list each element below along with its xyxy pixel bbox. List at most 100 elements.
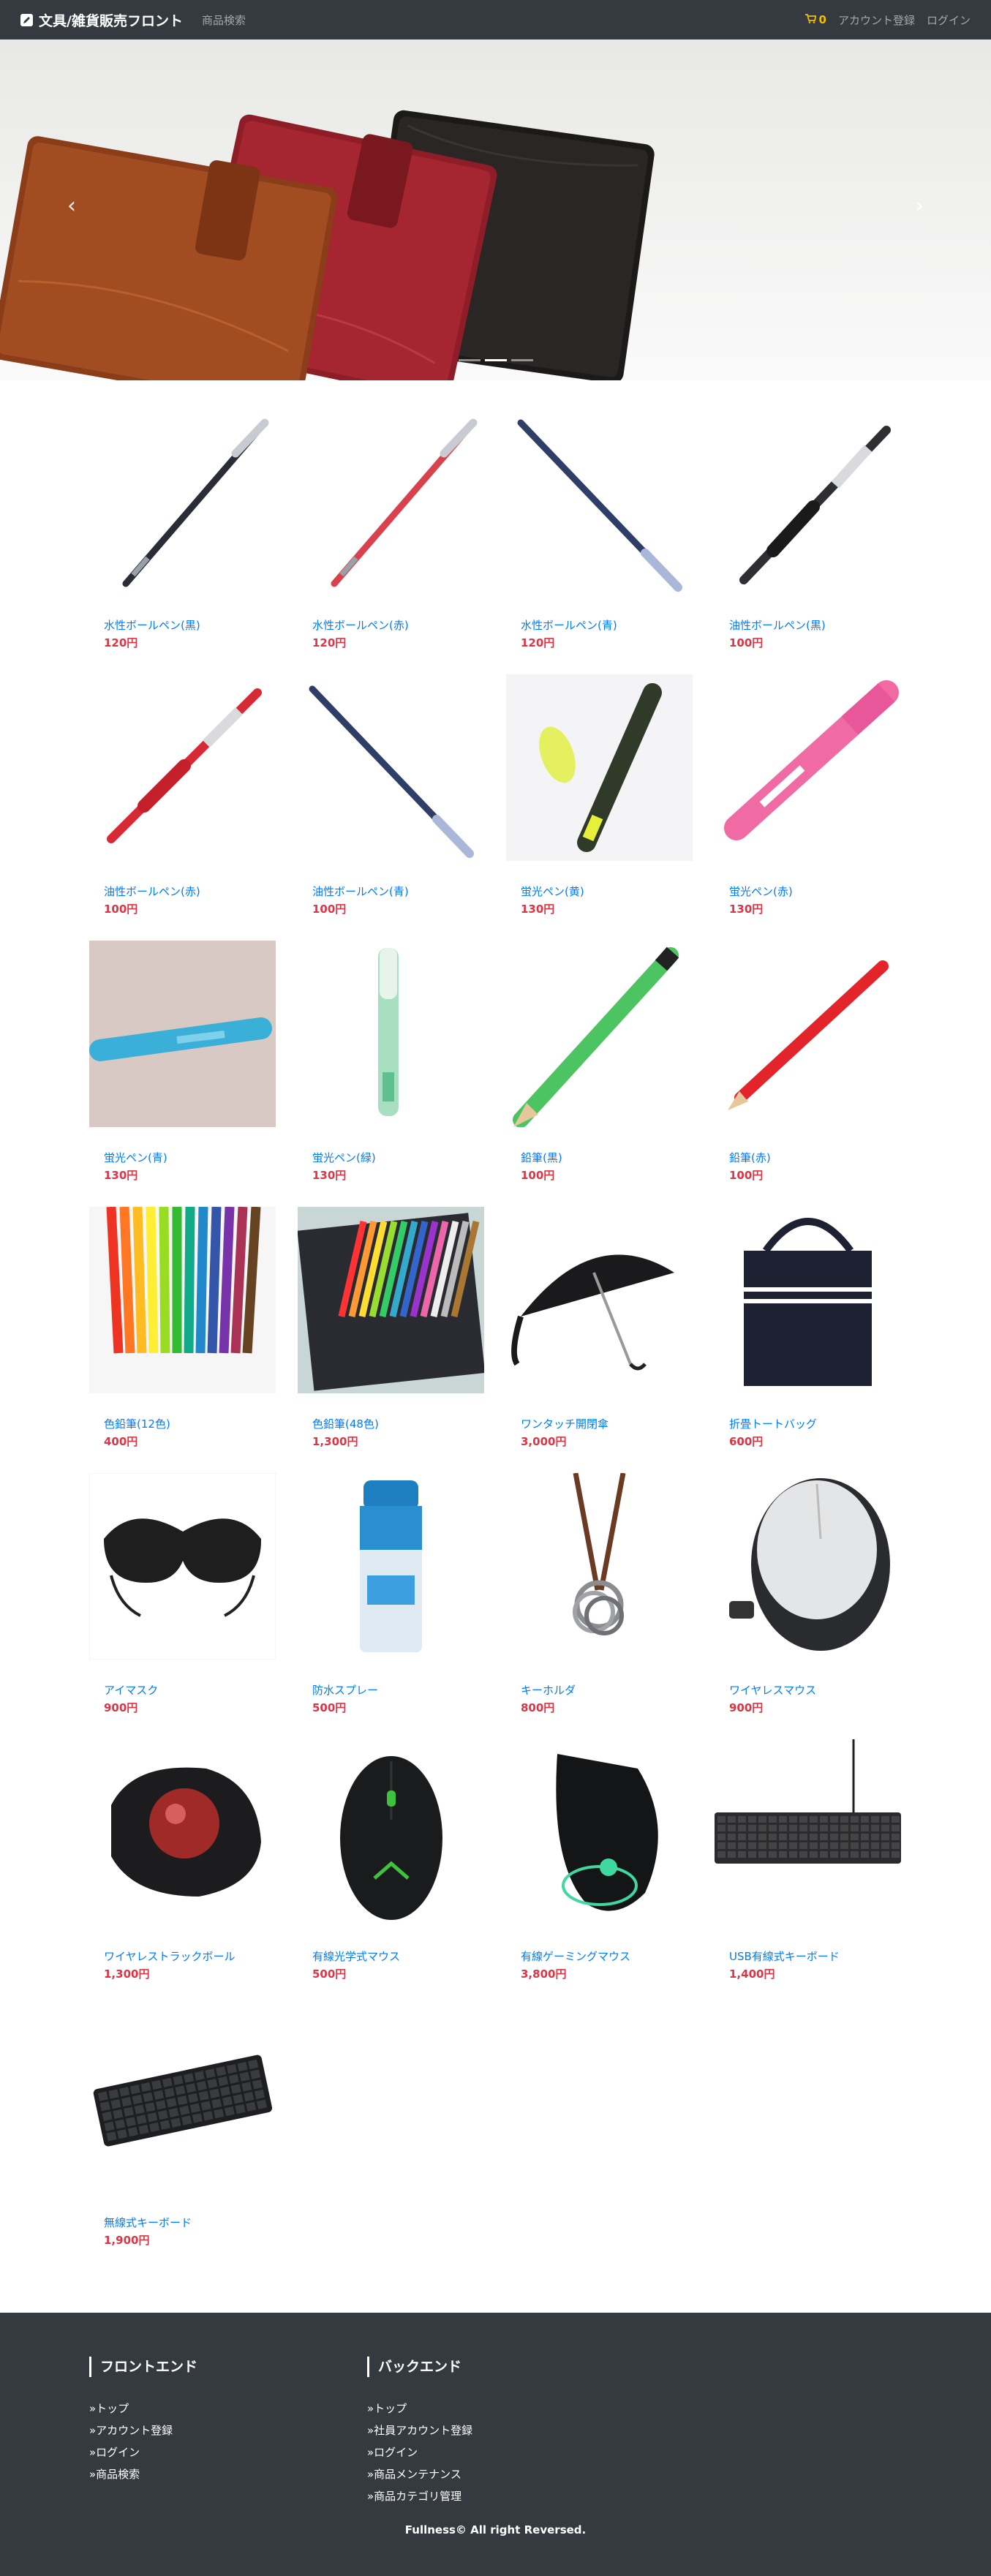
product-name-link[interactable]: 蛍光ペン(青) bbox=[104, 1150, 167, 1165]
footer-backend-link[interactable]: »商品メンテナンス bbox=[367, 2463, 472, 2485]
product-card[interactable]: 蛍光ペン(赤) 130円 bbox=[715, 674, 923, 941]
product-card[interactable]: 蛍光ペン(黄) 130円 bbox=[506, 674, 715, 941]
blue-pen-image[interactable] bbox=[506, 408, 693, 595]
product-card[interactable]: 油性ボールペン(黒) 100円 bbox=[715, 408, 923, 674]
product-card[interactable]: 色鉛筆(12色) 400円 bbox=[89, 1207, 298, 1473]
product-name-link[interactable]: 蛍光ペン(緑) bbox=[312, 1150, 376, 1165]
product-card[interactable]: 色鉛筆(48色) 1,300円 bbox=[298, 1207, 506, 1473]
footer-frontend-link[interactable]: »トップ bbox=[89, 2398, 197, 2419]
wired-mouse-image[interactable] bbox=[298, 1739, 484, 1926]
product-price: 500円 bbox=[312, 1701, 347, 1714]
product-name-link[interactable]: 水性ボールペン(赤) bbox=[312, 617, 409, 633]
product-card[interactable]: アイマスク 900円 bbox=[89, 1473, 298, 1739]
trackball-image[interactable] bbox=[89, 1739, 276, 1926]
product-card[interactable]: 有線光学式マウス 500円 bbox=[298, 1739, 506, 2006]
carousel-next-icon[interactable]: › bbox=[915, 193, 924, 219]
green-highlighter-image[interactable] bbox=[298, 941, 484, 1127]
product-name-link[interactable]: 無線式キーボード bbox=[104, 2215, 192, 2230]
product-name-link[interactable]: 鉛筆(黒) bbox=[521, 1150, 562, 1165]
black-click-pen-image[interactable] bbox=[715, 408, 901, 595]
product-card[interactable]: ワイヤレストラックボール 1,300円 bbox=[89, 1739, 298, 2006]
product-name-link[interactable]: ワイヤレストラックボール bbox=[104, 1948, 235, 1964]
blue-pen-image[interactable] bbox=[298, 674, 484, 861]
product-card[interactable]: 防水スプレー 500円 bbox=[298, 1473, 506, 1739]
product-name-link[interactable]: 水性ボールペン(黒) bbox=[104, 617, 200, 633]
hero-carousel: ‹ › bbox=[0, 39, 991, 380]
product-name-link[interactable]: 油性ボールペン(赤) bbox=[104, 884, 200, 899]
carousel-indicator[interactable] bbox=[510, 359, 533, 361]
footer-backend-link[interactable]: »社員アカウント登録 bbox=[367, 2419, 472, 2441]
footer-frontend-link[interactable]: »アカウント登録 bbox=[89, 2419, 197, 2441]
nav-search-link[interactable]: 商品検索 bbox=[202, 12, 246, 28]
product-card[interactable]: ワイヤレスマウス 900円 bbox=[715, 1473, 923, 1739]
pink-highlighter-image[interactable] bbox=[715, 674, 901, 861]
product-card[interactable]: 油性ボールペン(青) 100円 bbox=[298, 674, 506, 941]
product-price: 900円 bbox=[729, 1701, 764, 1714]
red-pen-image[interactable] bbox=[298, 408, 484, 595]
gaming-mouse-image[interactable] bbox=[506, 1739, 693, 1926]
product-name-link[interactable]: アイマスク bbox=[104, 1682, 158, 1698]
edit-icon bbox=[20, 13, 33, 26]
product-name-link[interactable]: 色鉛筆(48色) bbox=[312, 1416, 379, 1431]
product-name-link[interactable]: ワイヤレスマウス bbox=[729, 1682, 816, 1698]
product-card[interactable]: キーホルダ 800円 bbox=[506, 1473, 715, 1739]
eye-mask-image[interactable] bbox=[89, 1473, 276, 1660]
product-card[interactable]: 蛍光ペン(青) 130円 bbox=[89, 941, 298, 1207]
footer-backend-link[interactable]: »トップ bbox=[367, 2398, 472, 2419]
product-card[interactable]: ワンタッチ開閉傘 3,000円 bbox=[506, 1207, 715, 1473]
red-pencil-image[interactable] bbox=[715, 941, 901, 1127]
nav-register-link[interactable]: アカウント登録 bbox=[838, 12, 915, 28]
product-name-link[interactable]: キーホルダ bbox=[521, 1682, 576, 1698]
product-name-link[interactable]: USB有線式キーボード bbox=[729, 1948, 840, 1964]
product-price: 130円 bbox=[521, 903, 555, 916]
key-holder-image[interactable] bbox=[506, 1473, 693, 1660]
product-card[interactable]: 折畳トートバッグ 600円 bbox=[715, 1207, 923, 1473]
cart-link[interactable]: 0 bbox=[805, 13, 826, 26]
nav-login-link[interactable]: ログイン bbox=[927, 12, 971, 28]
product-name-link[interactable]: 有線光学式マウス bbox=[312, 1948, 400, 1964]
product-name-link[interactable]: 蛍光ペン(赤) bbox=[729, 884, 793, 899]
yellow-highlighter-image[interactable] bbox=[506, 674, 693, 861]
blue-highlighter-image[interactable] bbox=[89, 941, 276, 1127]
green-pencil-image[interactable] bbox=[506, 941, 693, 1127]
tote-bag-image[interactable] bbox=[715, 1207, 901, 1393]
product-price: 400円 bbox=[104, 1435, 138, 1448]
product-name-link[interactable]: 有線ゲーミングマウス bbox=[521, 1948, 630, 1964]
product-name-link[interactable]: 油性ボールペン(青) bbox=[312, 884, 409, 899]
product-name-link[interactable]: ワンタッチ開閉傘 bbox=[521, 1416, 608, 1431]
product-card[interactable]: 水性ボールペン(赤) 120円 bbox=[298, 408, 506, 674]
product-name-link[interactable]: 蛍光ペン(黄) bbox=[521, 884, 584, 899]
spray-can-image[interactable] bbox=[298, 1473, 484, 1660]
colored-pencils-12-image[interactable] bbox=[89, 1207, 276, 1393]
footer-frontend-link[interactable]: »商品検索 bbox=[89, 2463, 197, 2485]
product-card[interactable]: 有線ゲーミングマウス 3,800円 bbox=[506, 1739, 715, 2006]
wireless-keyboard-image[interactable] bbox=[89, 2006, 276, 2192]
brand-link[interactable]: 文具/雑貨販売フロント bbox=[20, 10, 183, 30]
product-card[interactable]: 水性ボールペン(黒) 120円 bbox=[89, 408, 298, 674]
usb-keyboard-image[interactable] bbox=[715, 1739, 901, 1926]
carousel-prev-icon[interactable]: ‹ bbox=[67, 193, 76, 219]
wireless-mouse-image[interactable] bbox=[715, 1473, 901, 1660]
product-name-link[interactable]: 鉛筆(赤) bbox=[729, 1150, 771, 1165]
carousel-indicator[interactable] bbox=[484, 359, 507, 361]
product-card[interactable]: 水性ボールペン(青) 120円 bbox=[506, 408, 715, 674]
product-card[interactable]: 油性ボールペン(赤) 100円 bbox=[89, 674, 298, 941]
footer-frontend-link[interactable]: »ログイン bbox=[89, 2441, 197, 2463]
product-card[interactable]: 無線式キーボード 1,900円 bbox=[89, 2006, 298, 2272]
footer-backend-link[interactable]: »商品カテゴリ管理 bbox=[367, 2485, 472, 2507]
product-card[interactable]: 鉛筆(黒) 100円 bbox=[506, 941, 715, 1207]
colored-pencils-48-image[interactable] bbox=[298, 1207, 484, 1393]
product-card[interactable]: USB有線式キーボード 1,400円 bbox=[715, 1739, 923, 2006]
product-name-link[interactable]: 油性ボールペン(黒) bbox=[729, 617, 826, 633]
umbrella-image[interactable] bbox=[506, 1207, 693, 1393]
product-name-link[interactable]: 折畳トートバッグ bbox=[729, 1416, 817, 1431]
product-card[interactable]: 鉛筆(赤) 100円 bbox=[715, 941, 923, 1207]
product-card[interactable]: 蛍光ペン(緑) 130円 bbox=[298, 941, 506, 1207]
black-pen-image[interactable] bbox=[89, 408, 276, 595]
product-name-link[interactable]: 防水スプレー bbox=[312, 1682, 378, 1698]
product-name-link[interactable]: 色鉛筆(12色) bbox=[104, 1416, 170, 1431]
footer-backend-link[interactable]: »ログイン bbox=[367, 2441, 472, 2463]
product-name-link[interactable]: 水性ボールペン(青) bbox=[521, 617, 617, 633]
carousel-indicator[interactable] bbox=[458, 359, 481, 361]
red-click-pen-image[interactable] bbox=[89, 674, 276, 861]
